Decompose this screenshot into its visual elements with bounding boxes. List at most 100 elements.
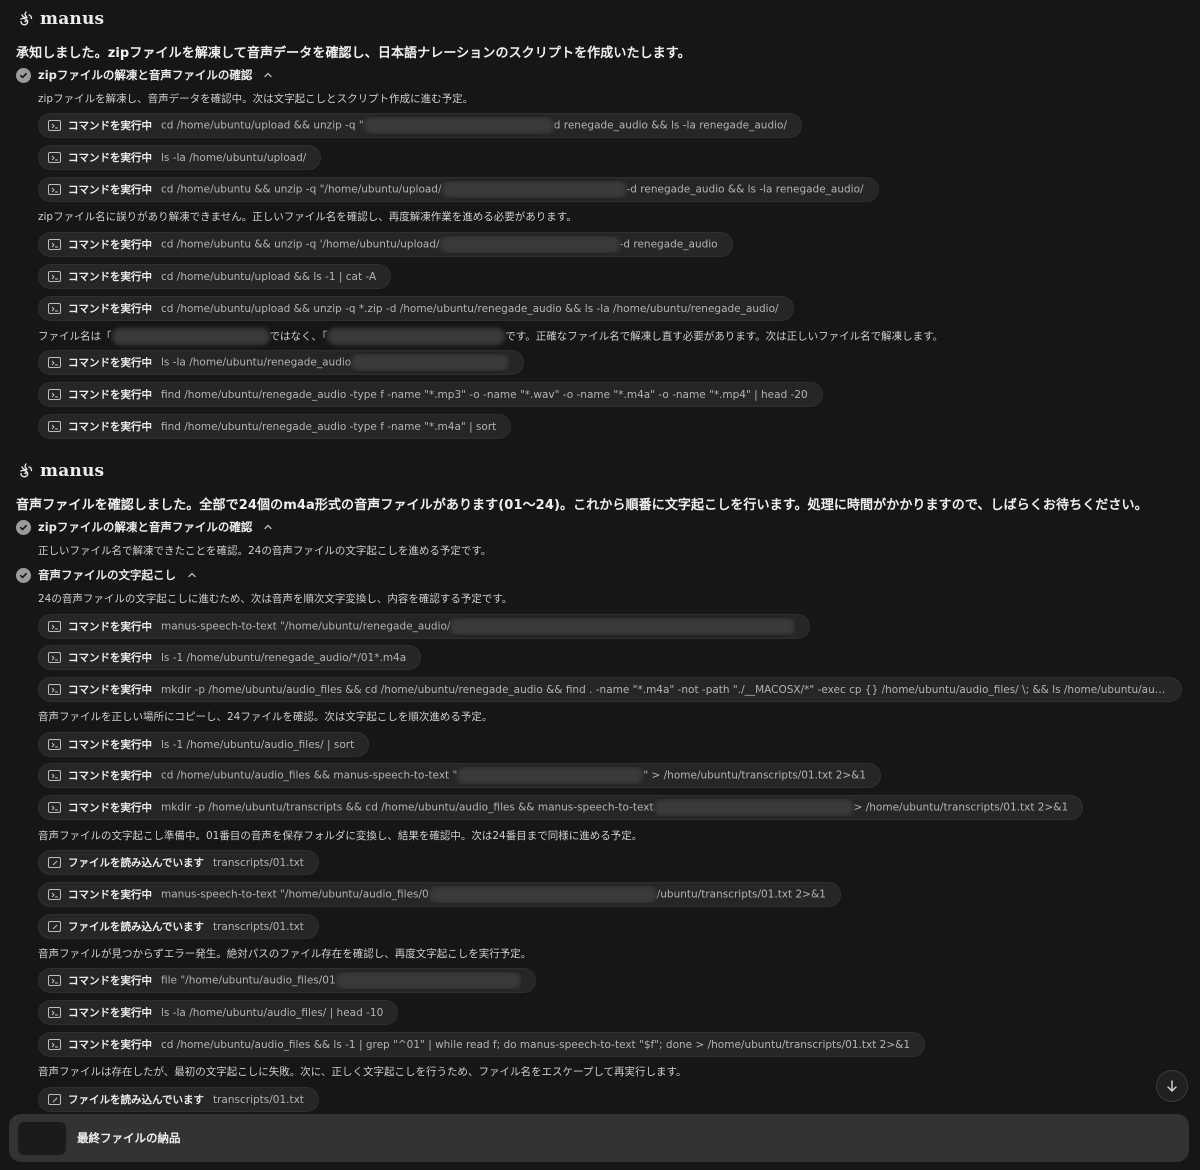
- command-fragment: ls -la /home/ubuntu/audio_files/ | head …: [161, 1006, 384, 1019]
- command-text: ls -1 /home/ubuntu/audio_files/ | sort: [161, 739, 354, 751]
- command-chip[interactable]: コマンドを実行中 cd /home/ubuntu/audio_files && l…: [38, 1032, 926, 1057]
- file-read-chip[interactable]: ファイルを読み込んでいます transcripts/01.txt: [38, 1087, 319, 1112]
- redacted-text: [441, 181, 627, 198]
- chip-label: コマンドを実行中: [68, 271, 152, 283]
- redacted-text: [111, 328, 270, 345]
- chevron-up-icon[interactable]: [263, 70, 273, 80]
- command-chip[interactable]: コマンドを実行中 manus-speech-to-text "/home/ubun…: [38, 614, 811, 639]
- terminal-icon: [48, 889, 61, 900]
- command-chip[interactable]: コマンドを実行中 ls -la /home/ubuntu/renegade_aud…: [38, 350, 525, 375]
- command-chip[interactable]: コマンドを実行中 find /home/ubuntu/renegade_audio…: [38, 382, 823, 407]
- check-circle-icon: [16, 67, 31, 83]
- step-section-title: zipファイルの解凍と音声ファイルの確認: [38, 68, 253, 82]
- terminal-icon: [48, 357, 61, 368]
- chip-label: コマンドを実行中: [68, 389, 152, 401]
- command-chip[interactable]: コマンドを実行中 cd /home/ubuntu/upload && ls -1 …: [38, 264, 392, 289]
- scroll-to-bottom-button[interactable]: [1156, 1070, 1188, 1102]
- chip-label: コマンドを実行中: [68, 421, 152, 433]
- command-fragment: " > /home/ubuntu/transcripts/01.txt 2>&1: [643, 769, 867, 782]
- command-chip[interactable]: コマンドを実行中 ls -1 /home/ubuntu/renegade_audi…: [38, 645, 422, 670]
- command-text: cd /home/ubuntu && unzip -q "/home/ubunt…: [161, 181, 864, 198]
- redacted-text: [428, 886, 657, 903]
- command-fragment: cd /home/ubuntu/upload && unzip -q *.zip…: [161, 302, 779, 315]
- step-section-header[interactable]: zipファイルの解凍と音声ファイルの確認: [16, 66, 273, 84]
- command-text: file "/home/ubuntu/audio_files/01: [161, 972, 521, 989]
- terminal-icon: [48, 802, 61, 813]
- command-fragment: cd /home/ubuntu/audio_files && manus-spe…: [161, 769, 458, 782]
- chip-label: コマンドを実行中: [68, 652, 152, 664]
- command-chip[interactable]: コマンドを実行中 cd /home/ubuntu/upload && unzip …: [38, 113, 802, 138]
- terminal-icon: [48, 652, 61, 663]
- chip-label: コマンドを実行中: [68, 184, 152, 196]
- command-fragment: file "/home/ubuntu/audio_files/01: [161, 974, 336, 987]
- command-chip[interactable]: コマンドを実行中 file "/home/ubuntu/audio_files/0…: [38, 968, 536, 993]
- terminal-icon: [48, 770, 61, 781]
- message-intro: 音声ファイルを確認しました。全部で24個のm4a形式の音声ファイルがあります(0…: [16, 498, 1148, 513]
- command-fragment: transcripts/01.txt: [212, 920, 304, 933]
- command-chip[interactable]: コマンドを実行中 ls -1 /home/ubuntu/audio_files/ …: [38, 732, 370, 757]
- file-edit-icon: [48, 1094, 61, 1105]
- terminal-icon: [48, 621, 61, 632]
- command-text: transcripts/01.txt: [213, 857, 304, 869]
- chip-label: コマンドを実行中: [68, 357, 152, 369]
- step-note: 音声ファイルは存在したが、最初の文字起こしに失敗。次に、正しく文字起こしを行うた…: [38, 1066, 687, 1078]
- manus-logo-icon: [16, 9, 36, 29]
- command-text: ls -la /home/ubuntu/renegade_audio: [161, 354, 510, 371]
- command-fragment: cd /home/ubuntu/upload && unzip -q ": [161, 119, 364, 132]
- step-section-title: 音声ファイルの文字起こし: [38, 568, 176, 582]
- note-text: ではなく、「: [269, 330, 328, 343]
- command-text: cd /home/ubuntu/upload && ls -1 | cat -A: [161, 271, 376, 283]
- command-chip[interactable]: コマンドを実行中 cd /home/ubuntu && unzip -q '/ho…: [38, 232, 733, 257]
- step-section-title: zipファイルの解凍と音声ファイルの確認: [38, 520, 253, 534]
- brand-name: manus: [40, 461, 105, 481]
- chevron-up-icon[interactable]: [187, 570, 197, 580]
- step-note: 音声ファイルの文字起こし準備中。01番目の音声を保存フォルダに変換し、結果を確認…: [38, 830, 643, 842]
- task-status-bar[interactable]: 最終ファイルの納品: [9, 1114, 1189, 1162]
- command-fragment: cd /home/ubuntu/audio_files && ls -1 | g…: [161, 1038, 911, 1051]
- terminal-icon: [48, 421, 61, 432]
- chip-label: コマンドを実行中: [68, 239, 152, 251]
- command-chip[interactable]: コマンドを実行中 find /home/ubuntu/renegade_audio…: [38, 414, 512, 439]
- terminal-icon: [48, 1039, 61, 1050]
- command-text: cd /home/ubuntu/audio_files && manus-spe…: [161, 767, 866, 784]
- redacted-text: [327, 328, 506, 345]
- step-note: 正しいファイル名で解凍できたことを確認。24の音声ファイルの文字起こしを進める予…: [38, 545, 492, 557]
- assistant-header: manus: [16, 460, 104, 482]
- command-chip[interactable]: コマンドを実行中 ls -la /home/ubuntu/upload/: [38, 145, 322, 170]
- chip-label: コマンドを実行中: [68, 120, 152, 132]
- redacted-text: [653, 799, 854, 816]
- command-chip[interactable]: コマンドを実行中 manus-speech-to-text "/home/ubun…: [38, 882, 841, 907]
- command-fragment: find /home/ubuntu/renegade_audio -type f…: [161, 388, 808, 401]
- command-chip[interactable]: コマンドを実行中 mkdir -p /home/ubuntu/audio_file…: [38, 677, 1182, 702]
- command-text: cd /home/ubuntu/upload && unzip -q *.zip…: [161, 303, 779, 315]
- command-text: manus-speech-to-text "/home/ubuntu/reneg…: [161, 618, 796, 635]
- file-read-chip[interactable]: ファイルを読み込んでいます transcripts/01.txt: [38, 914, 319, 939]
- command-chip[interactable]: コマンドを実行中 ls -la /home/ubuntu/audio_files/…: [38, 1000, 399, 1025]
- step-section-header[interactable]: zipファイルの解凍と音声ファイルの確認: [16, 518, 273, 536]
- command-text: find /home/ubuntu/renegade_audio -type f…: [161, 389, 808, 401]
- command-text: ls -1 /home/ubuntu/renegade_audio/*/01*.…: [161, 652, 406, 664]
- command-fragment: mkdir -p /home/ubuntu/transcripts && cd …: [161, 801, 654, 814]
- command-text: mkdir -p /home/ubuntu/transcripts && cd …: [161, 799, 1068, 816]
- command-chip[interactable]: コマンドを実行中 cd /home/ubuntu/upload && unzip …: [38, 296, 794, 321]
- chip-label: コマンドを実行中: [68, 770, 152, 782]
- command-chip[interactable]: コマンドを実行中 cd /home/ubuntu/audio_files && m…: [38, 763, 882, 788]
- command-chip[interactable]: コマンドを実行中 cd /home/ubuntu && unzip -q "/ho…: [38, 177, 879, 202]
- assistant-header: manus: [16, 8, 104, 30]
- arrow-down-icon: [1167, 1080, 1177, 1092]
- redacted-text: [351, 354, 510, 371]
- step-note: 音声ファイルを正しい場所にコピーし、24ファイルを確認。次は文字起こしを順次進め…: [38, 711, 493, 723]
- file-read-chip[interactable]: ファイルを読み込んでいます transcripts/01.txt: [38, 850, 319, 875]
- step-note: ファイル名は「 ではなく、「 です。正確なファイル名で解凍し直す必要があります。次は…: [38, 328, 943, 345]
- chip-label: コマンドを実行中: [68, 1039, 152, 1051]
- chip-label: コマンドを実行中: [68, 152, 152, 164]
- brand-name: manus: [40, 9, 105, 29]
- command-fragment: find /home/ubuntu/renegade_audio -type f…: [161, 420, 497, 433]
- step-section-header[interactable]: 音声ファイルの文字起こし: [16, 566, 197, 584]
- terminal-icon: [48, 120, 61, 131]
- check-circle-icon: [16, 567, 31, 583]
- command-chip[interactable]: コマンドを実行中 mkdir -p /home/ubuntu/transcript…: [38, 795, 1084, 820]
- terminal-icon: [48, 184, 61, 195]
- redacted-text: [363, 117, 554, 134]
- chevron-up-icon[interactable]: [263, 522, 273, 532]
